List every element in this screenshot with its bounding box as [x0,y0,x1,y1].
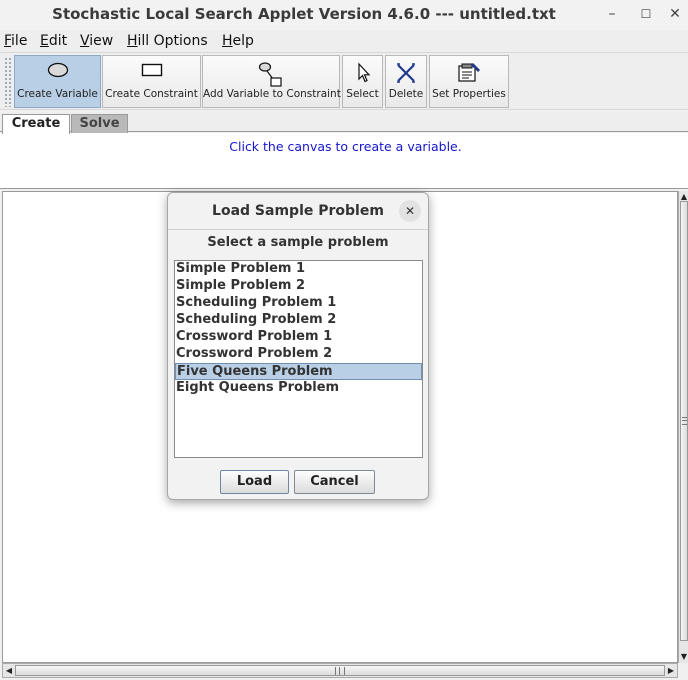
message-panel: Click the canvas to create a variable. [0,133,688,189]
tab-create[interactable]: Create [2,114,70,134]
add-variable-to-constraint-button[interactable]: Add Variable to Constraint [202,55,341,108]
tab-solve[interactable]: Solve [71,114,128,133]
list-item[interactable]: Scheduling Problem 2 [175,312,422,329]
close-window-button[interactable]: ✕ [664,4,686,24]
toolbar: Create Variable Create Constraint Add Va… [0,52,688,110]
delete-button[interactable]: Delete [385,55,427,108]
create-variable-button[interactable]: Create Variable [14,55,101,108]
scroll-left-arrow-icon[interactable]: ◀ [3,664,15,677]
pointer-arrow-icon [355,62,371,88]
menu-help[interactable]: Help [222,33,254,49]
dialog-close-button[interactable]: ✕ [399,200,421,222]
horizontal-scrollbar[interactable]: ◀ ▶ [2,663,678,678]
list-item[interactable]: Eight Queens Problem [175,380,422,397]
properties-icon [456,62,482,88]
menu-view[interactable]: View [80,33,113,49]
list-item[interactable]: Crossword Problem 2 [175,346,422,363]
ellipse-icon [47,62,69,82]
select-label: Select [346,88,379,100]
rectangle-icon [141,62,163,82]
menu-bar: File Edit View Hill Options Help [0,30,688,52]
list-item[interactable]: Simple Problem 1 [175,261,422,278]
dialog-prompt: Select a sample problem [207,235,389,250]
dialog-divider [168,229,428,230]
list-item[interactable]: Simple Problem 2 [175,278,422,295]
list-item[interactable]: Scheduling Problem 1 [175,295,422,312]
mode-tabs: Create Solve [0,112,688,134]
set-properties-label: Set Properties [432,88,506,100]
status-message: Click the canvas to create a variable. [229,139,462,154]
vertical-scroll-thumb[interactable] [680,201,688,641]
load-sample-problem-dialog: Load Sample Problem ✕ Select a sample pr… [167,192,429,500]
set-properties-button[interactable]: Set Properties [429,55,509,108]
add-variable-to-constraint-label: Add Variable to Constraint [203,88,341,100]
menu-edit[interactable]: Edit [40,33,67,49]
menu-hill-options[interactable]: Hill Options [127,33,208,49]
menu-file[interactable]: File [4,33,27,49]
create-variable-label: Create Variable [17,88,98,100]
dialog-title: Load Sample Problem [212,203,384,219]
list-item-selected[interactable]: Five Queens Problem [175,363,422,380]
window-title: Stochastic Local Search Applet Version 4… [52,5,556,23]
scroll-down-arrow-icon[interactable]: ▼ [679,651,688,663]
cancel-button[interactable]: Cancel [294,470,375,494]
maximize-button[interactable]: ☐ [635,4,657,24]
sample-problem-list[interactable]: Simple Problem 1 Simple Problem 2 Schedu… [174,260,423,458]
horizontal-scroll-thumb[interactable] [15,665,665,676]
create-constraint-button[interactable]: Create Constraint [102,55,201,108]
scroll-right-arrow-icon[interactable]: ▶ [665,664,677,677]
select-button[interactable]: Select [342,55,383,108]
create-constraint-label: Create Constraint [105,88,198,100]
list-item[interactable]: Crossword Problem 1 [175,329,422,346]
title-bar: Stochastic Local Search Applet Version 4… [0,0,688,30]
vertical-scrollbar[interactable]: ▲ ▼ [678,191,688,663]
minimize-button[interactable]: – [601,4,623,24]
delete-label: Delete [388,88,424,100]
load-button[interactable]: Load [220,470,289,494]
toolbar-grip[interactable] [4,57,12,107]
delete-x-icon [395,62,417,88]
